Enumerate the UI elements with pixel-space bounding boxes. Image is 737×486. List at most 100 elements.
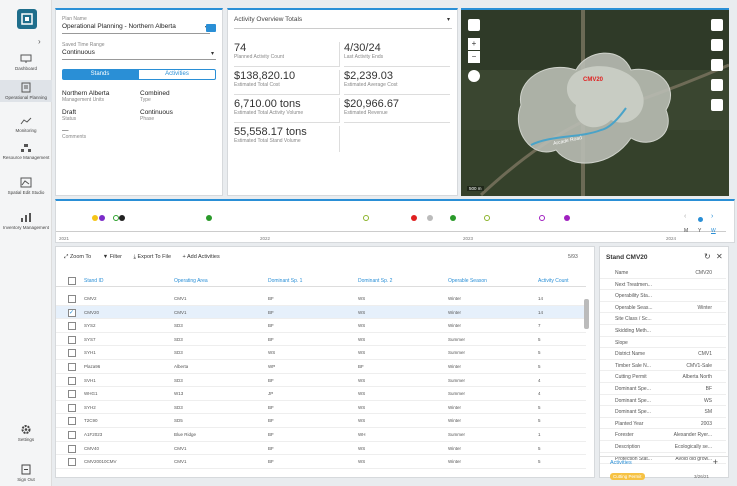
add-activity-icon[interactable]: + <box>713 457 718 467</box>
year-tick: 2022 <box>260 236 271 241</box>
range-select[interactable]: Continuous ▾ <box>62 49 216 60</box>
filter-label: Filter <box>109 254 122 260</box>
fullscreen-button[interactable] <box>711 19 723 31</box>
table-cell: 4 <box>538 377 541 383</box>
timeline-dot[interactable] <box>92 215 98 221</box>
plan-name-select[interactable]: Operational Planning - Northern Alberta … <box>62 23 210 34</box>
export-button[interactable]: ⤓ Export To File <box>134 254 172 260</box>
table-row[interactable]: CMV20010CMV CMV1 BF WS Winter 5 <box>56 455 586 469</box>
row-checkbox[interactable] <box>68 349 76 358</box>
zoom-out-button[interactable]: − <box>468 51 480 63</box>
row-checkbox[interactable] <box>68 335 76 344</box>
tab-stands[interactable]: Stands <box>62 69 138 80</box>
folder-icon[interactable] <box>206 24 216 32</box>
timeline-dot[interactable] <box>411 215 417 221</box>
table-cell: W13 <box>174 391 184 397</box>
row-checkbox[interactable] <box>68 431 76 439</box>
add-activities-button[interactable]: + Add Activities <box>183 254 220 260</box>
activity-chip[interactable]: Cutting Permit <box>610 473 645 480</box>
timeline-next-icon[interactable]: › <box>711 213 713 220</box>
col-header[interactable]: Operable Season <box>448 278 487 284</box>
app-logo[interactable] <box>17 9 37 29</box>
timeline-today-dot[interactable] <box>698 217 703 222</box>
measure-button[interactable] <box>711 79 723 91</box>
col-header[interactable]: Dominant Sp. 1 <box>268 278 302 284</box>
expand-icon[interactable]: › <box>38 37 41 46</box>
close-icon[interactable]: ✕ <box>716 252 723 261</box>
timeline-dot[interactable] <box>539 215 545 221</box>
property-row: Operability Sta... <box>600 290 726 302</box>
timeline-view-y[interactable]: Y <box>698 228 701 234</box>
table-cell: Winter <box>448 364 462 369</box>
table-row[interactable]: T2C90 SD5 BF WS Winter 5 <box>56 414 586 428</box>
zoom-to-button[interactable]: ⤢ Zoom To <box>64 254 91 260</box>
table-row[interactable]: SYH2 SD3 BF WS Winter 5 <box>56 401 586 415</box>
timeline-dot[interactable] <box>484 215 490 221</box>
filter-button[interactable]: ▼ Filter <box>103 254 122 260</box>
col-header[interactable]: Operating Area <box>174 278 208 284</box>
row-checkbox[interactable] <box>68 376 76 385</box>
map-view[interactable]: CMV20 Arcade Road 500 m + − <box>461 8 729 196</box>
table-row[interactable]: SVH1 SD3 BF WS Summer 4 <box>56 374 586 388</box>
table-row[interactable]: CMV2 CMV1 BF WS Winter 14 <box>56 292 586 306</box>
nav-label: Monitoring <box>15 128 37 133</box>
table-row[interactable]: SYS2 SD3 BF WS Winter 7 <box>56 319 586 333</box>
nav-dashboard[interactable]: Dashboard <box>0 54 52 71</box>
table-row[interactable]: ✓ CMV20 CMV1 BF WS Winter 14 <box>56 305 586 320</box>
metric: 55,558.17 tons Estimated Total Stand Volu… <box>234 126 340 152</box>
timeline-prev-icon[interactable]: ‹ <box>684 213 686 220</box>
timeline-dot[interactable] <box>564 215 570 221</box>
refresh-icon[interactable]: ↻ <box>704 252 711 261</box>
nav-settings[interactable]: Settings <box>0 424 52 442</box>
field-value: Continuous <box>140 109 173 116</box>
table-scrollbar[interactable] <box>584 299 589 329</box>
timeline-dot[interactable] <box>99 215 105 221</box>
row-checkbox[interactable] <box>68 444 76 453</box>
nav-spatial-edit-studio[interactable]: Spatial Edit Studio <box>0 177 52 195</box>
timeline-dot[interactable] <box>363 215 369 221</box>
select-all-checkbox[interactable] <box>68 277 76 285</box>
row-checkbox[interactable] <box>68 295 76 303</box>
table-cell: CMV40 <box>84 445 100 451</box>
row-checkbox[interactable] <box>68 458 76 467</box>
col-header[interactable]: Stand ID <box>84 278 103 284</box>
timeline-dot[interactable] <box>450 215 456 221</box>
row-checkbox[interactable]: ✓ <box>68 308 76 317</box>
table-row[interactable]: SYS7 SD3 BF WS Summer 5 <box>56 333 586 347</box>
nav-resource-management[interactable]: Resource Management <box>0 143 52 160</box>
row-checkbox[interactable] <box>68 322 76 331</box>
details-title: Stand CMV20 <box>606 254 648 261</box>
overview-select[interactable]: Activity Overview Totals ▾ <box>234 16 452 29</box>
share-button[interactable] <box>711 59 723 71</box>
timeline-dot[interactable] <box>119 215 125 221</box>
table-row[interactable]: A1F2023 Blue Ridge BF WH Summer 1 <box>56 428 586 442</box>
col-header[interactable]: Dominant Sp. 2 <box>358 278 392 284</box>
nav-monitoring[interactable]: Monitoring <box>0 116 52 133</box>
table-row[interactable]: Plaza96 Alberta WP BF Winter 5 <box>56 360 586 374</box>
table-row[interactable]: SYH1 SD3 WS WS Summer 5 <box>56 346 586 360</box>
row-checkbox[interactable] <box>68 403 76 412</box>
table-row[interactable]: CMV40 CMV1 BF WS Winter 5 <box>56 442 586 456</box>
timeline-view-w[interactable]: W <box>711 228 716 234</box>
table-cell: WS <box>358 336 366 342</box>
table-cell: 5 <box>538 445 541 451</box>
row-checkbox[interactable] <box>68 363 76 371</box>
timeline-dot[interactable] <box>206 215 212 221</box>
tab-activities[interactable]: Activities <box>138 69 216 80</box>
col-header[interactable]: Activity Count <box>538 278 569 284</box>
row-checkbox[interactable] <box>68 417 76 426</box>
nav-inventory-management[interactable]: Inventory Management <box>0 212 52 230</box>
timeline-dot[interactable] <box>427 215 433 221</box>
timeline-view-m[interactable]: M <box>684 228 688 234</box>
grid-button[interactable] <box>711 39 723 51</box>
compass-icon[interactable] <box>468 70 480 82</box>
metric-label: Estimated Total Stand Volume <box>234 138 301 144</box>
print-button[interactable] <box>711 99 723 111</box>
nav-sign-out[interactable]: Sign Out <box>0 464 52 482</box>
row-checkbox[interactable] <box>68 390 76 399</box>
nav-operational-planning[interactable]: Operational Planning <box>0 80 52 102</box>
table-cell: Winter <box>448 404 462 410</box>
table-row[interactable]: WHG1 W13 JP WS Summer 4 <box>56 387 586 401</box>
layers-button[interactable] <box>468 19 480 31</box>
zoom-in-button[interactable]: + <box>468 38 480 50</box>
